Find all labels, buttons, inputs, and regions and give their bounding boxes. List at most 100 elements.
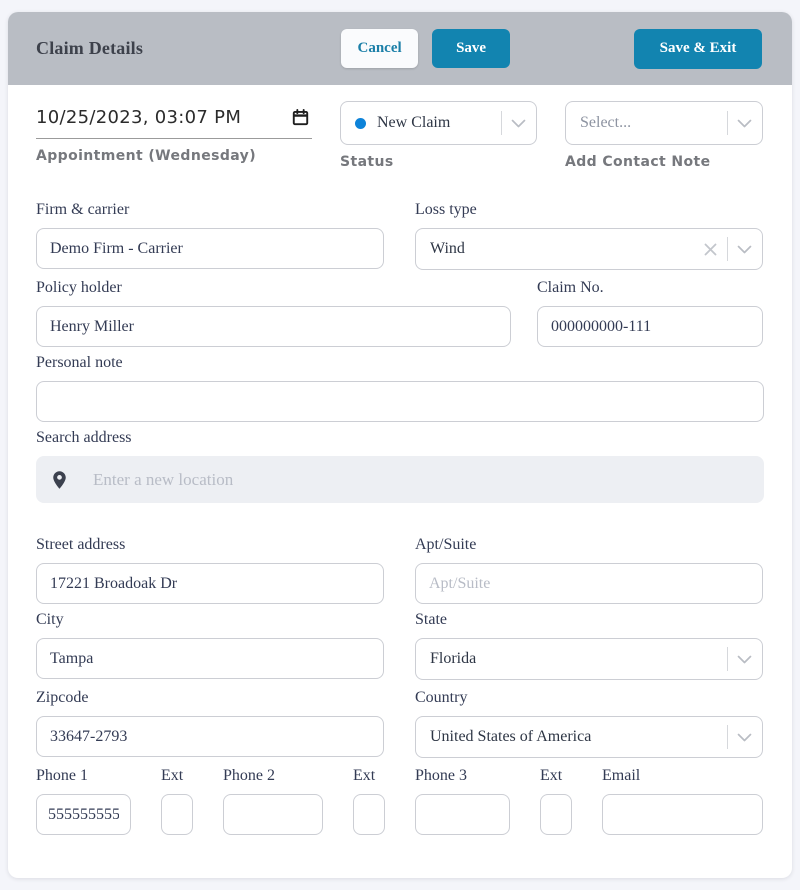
chevron-down-icon[interactable]: [737, 655, 752, 664]
header-bar: Claim Details Cancel Save Save & Exit: [8, 12, 792, 85]
phone1-group: Phone 1: [36, 767, 131, 835]
save-exit-button[interactable]: Save & Exit: [634, 28, 762, 69]
chevron-down-icon[interactable]: [737, 733, 752, 742]
search-address-group: Search address: [36, 429, 764, 503]
state-value: Florida: [430, 650, 477, 667]
policy-holder-label: Policy holder: [36, 279, 122, 296]
state-select[interactable]: Florida: [415, 638, 763, 680]
phone2-label: Phone 2: [223, 767, 275, 784]
appointment-datetime-value: 10/25/2023, 03:07 PM: [36, 107, 242, 128]
chevron-down-icon[interactable]: [737, 245, 752, 254]
city-input[interactable]: [36, 638, 384, 679]
loss-type-select[interactable]: Wind: [415, 228, 763, 270]
clear-x-icon[interactable]: [704, 243, 717, 256]
search-address-input[interactable]: [93, 469, 748, 490]
calendar-icon[interactable]: [291, 108, 310, 127]
zipcode-group: Zipcode: [36, 689, 384, 758]
status-group: New Claim Status: [340, 101, 537, 170]
phone1-label: Phone 1: [36, 767, 88, 784]
ext1-group: Ext: [161, 767, 193, 835]
claim-no-group: Claim No.: [537, 279, 763, 347]
appointment-label: Appointment (Wednesday): [36, 148, 256, 164]
apt-label: Apt/Suite: [415, 536, 477, 553]
select-divider: [727, 111, 728, 135]
loss-type-label: Loss type: [415, 201, 477, 218]
cancel-button[interactable]: Cancel: [341, 29, 419, 68]
country-select[interactable]: United States of America: [415, 716, 763, 758]
city-group: City: [36, 611, 384, 680]
firm-input[interactable]: [36, 228, 384, 269]
contact-note-label: Add Contact Note: [565, 154, 711, 170]
top-row: 10/25/2023, 03:07 PM Appointment (Wednes…: [36, 101, 764, 170]
phone1-input[interactable]: [36, 794, 131, 835]
ext3-label: Ext: [540, 767, 563, 784]
status-value: New Claim: [377, 114, 451, 131]
appointment-datetime-field[interactable]: 10/25/2023, 03:07 PM: [36, 101, 312, 139]
appointment-group: 10/25/2023, 03:07 PM Appointment (Wednes…: [36, 101, 312, 164]
contact-note-placeholder: Select...: [580, 114, 632, 131]
city-state-row: City State Florida: [36, 611, 764, 680]
phone2-input[interactable]: [223, 794, 323, 835]
personal-note-group: Personal note: [36, 354, 764, 422]
policy-claim-row: Policy holder Claim No.: [36, 279, 764, 347]
chevron-down-icon[interactable]: [737, 119, 752, 128]
phone3-label: Phone 3: [415, 767, 467, 784]
firm-group: Firm & carrier: [36, 201, 384, 270]
apt-group: Apt/Suite: [415, 536, 763, 604]
phone2-group: Phone 2: [223, 767, 323, 835]
street-group: Street address: [36, 536, 384, 604]
select-divider: [727, 237, 728, 261]
state-label: State: [415, 611, 447, 628]
select-divider: [727, 647, 728, 671]
save-button[interactable]: Save: [432, 29, 511, 68]
ext2-group: Ext: [353, 767, 385, 835]
country-group: Country United States of America: [415, 689, 763, 758]
city-label: City: [36, 611, 64, 628]
personal-note-input[interactable]: [36, 381, 764, 422]
personal-note-label: Personal note: [36, 354, 123, 371]
location-pin-icon: [52, 470, 67, 490]
street-label: Street address: [36, 536, 126, 553]
policy-holder-group: Policy holder: [36, 279, 511, 347]
ext2-input[interactable]: [353, 794, 385, 835]
ext2-label: Ext: [353, 767, 376, 784]
select-divider: [501, 111, 502, 135]
apt-input[interactable]: [415, 563, 763, 604]
claim-form: 10/25/2023, 03:07 PM Appointment (Wednes…: [8, 85, 792, 885]
firm-loss-row: Firm & carrier Loss type Wind: [36, 201, 764, 270]
search-address-box[interactable]: [36, 456, 764, 503]
phone-email-row: Phone 1 Ext Phone 2 Ext Phone 3 Ext: [36, 767, 764, 885]
status-label: Status: [340, 154, 394, 170]
zipcode-input[interactable]: [36, 716, 384, 757]
phone3-input[interactable]: [415, 794, 510, 835]
chevron-down-icon[interactable]: [511, 119, 526, 128]
ext1-input[interactable]: [161, 794, 193, 835]
page-title: Claim Details: [36, 38, 144, 58]
zip-country-row: Zipcode Country United States of America: [36, 689, 764, 758]
loss-type-group: Loss type Wind: [415, 201, 763, 270]
firm-label: Firm & carrier: [36, 201, 130, 218]
email-input[interactable]: [602, 794, 763, 835]
claim-details-card: Claim Details Cancel Save Save & Exit 10…: [8, 12, 792, 878]
country-value: United States of America: [430, 728, 592, 745]
header-actions: Cancel Save: [341, 29, 511, 68]
street-input[interactable]: [36, 563, 384, 604]
email-group: Email: [602, 767, 763, 835]
zipcode-label: Zipcode: [36, 689, 89, 706]
email-label: Email: [602, 767, 641, 784]
ext3-group: Ext: [540, 767, 572, 835]
status-dot-icon: [355, 117, 366, 129]
contact-note-group: Select... Add Contact Note: [565, 101, 763, 170]
search-address-label: Search address: [36, 429, 132, 446]
ext3-input[interactable]: [540, 794, 572, 835]
policy-holder-input[interactable]: [36, 306, 511, 347]
claim-no-input[interactable]: [537, 306, 763, 347]
street-apt-row: Street address Apt/Suite: [36, 536, 764, 604]
status-select[interactable]: New Claim: [340, 101, 537, 145]
ext1-label: Ext: [161, 767, 184, 784]
select-divider: [727, 725, 728, 749]
country-label: Country: [415, 689, 468, 706]
loss-type-value: Wind: [430, 240, 465, 257]
state-group: State Florida: [415, 611, 763, 680]
add-contact-note-select[interactable]: Select...: [565, 101, 763, 145]
